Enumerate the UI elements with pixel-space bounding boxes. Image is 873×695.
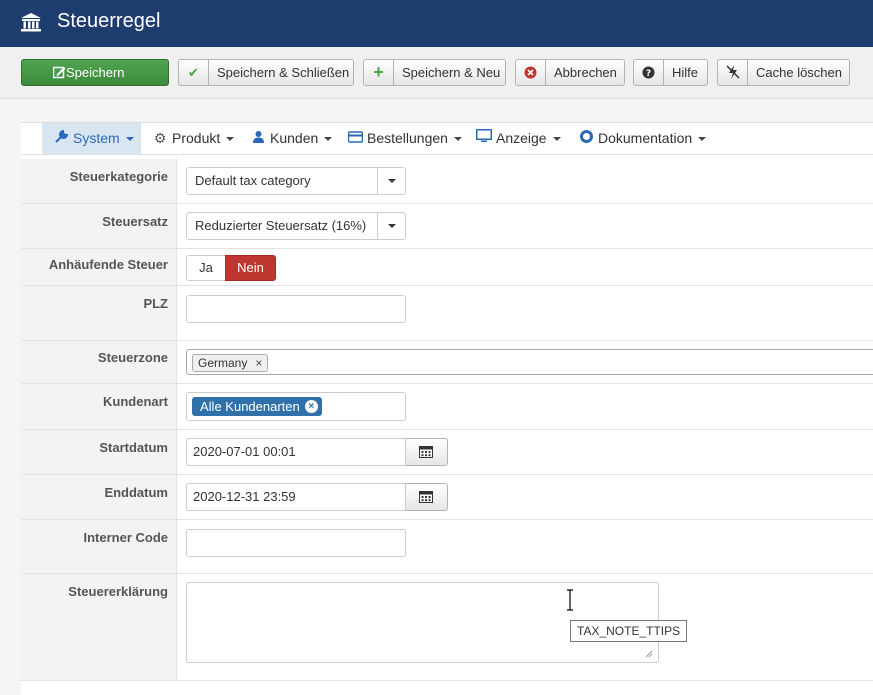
tax-zone-chip: Germany ×	[192, 354, 269, 372]
cumulative-no-option[interactable]: Nein	[225, 255, 276, 281]
toolbar: Speichern ✔ Speichern & Schließen + Spei…	[0, 47, 873, 99]
form-row-customer-type: Kundenart Alle Kundenarten ×	[21, 384, 873, 430]
form-row-internal-code: Interner Code	[21, 520, 873, 574]
customer-type-chip: Alle Kundenarten ×	[192, 397, 322, 416]
nav-item-system[interactable]: System	[42, 123, 141, 154]
bank-icon	[21, 13, 41, 32]
save-button[interactable]: Speichern	[21, 59, 169, 86]
app-header: Steuerregel	[0, 0, 873, 47]
component-nav: System ⚙ Produkt Kunden Bestellungen Anze…	[21, 122, 873, 155]
form-row-zip: PLZ	[21, 286, 873, 341]
text-cursor-icon	[567, 589, 573, 611]
question-circle-icon: ?	[634, 60, 664, 85]
plus-icon: +	[364, 60, 394, 85]
resize-handle-icon[interactable]	[645, 650, 653, 658]
tax-rate-label: Steuersatz	[102, 214, 168, 229]
start-date-calendar-button[interactable]	[406, 438, 448, 466]
caret-down-icon	[125, 137, 134, 142]
tax-category-select[interactable]: Default tax category	[186, 167, 406, 195]
tax-rate-select[interactable]: Reduzierter Steuersatz (16%)	[186, 212, 406, 240]
calendar-icon	[419, 491, 433, 503]
page-title: Steuerregel	[57, 10, 161, 32]
caret-down-icon	[324, 137, 333, 142]
caret-down-icon	[226, 137, 235, 142]
end-date-label: Enddatum	[104, 485, 168, 500]
form-row-tax-zone: Steuerzone Germany ×	[21, 341, 873, 384]
caret-down-icon	[453, 137, 462, 142]
end-date-calendar-button[interactable]	[406, 483, 448, 511]
internal-code-input[interactable]	[186, 529, 406, 557]
clear-cache-button[interactable]: Cache löschen	[717, 59, 850, 86]
form-row-tax-note: Steuererklärung TAX_NOTE_TTIPS	[21, 574, 873, 681]
nav-item-anzeige[interactable]: Anzeige	[476, 123, 561, 154]
customer-type-multiselect[interactable]: Alle Kundenarten ×	[186, 392, 406, 421]
tax-zone-label: Steuerzone	[97, 350, 168, 365]
zip-input[interactable]	[186, 295, 406, 323]
end-date-input[interactable]: 2020-12-31 23:59	[186, 483, 406, 511]
nav-item-kunden[interactable]: Kunden	[250, 123, 333, 154]
form-row-start-date: Startdatum 2020-07-01 00:01	[21, 430, 873, 475]
tax-note-label: Steuererklärung	[68, 584, 168, 599]
close-circle-icon	[516, 60, 546, 85]
form-row-end-date: Enddatum 2020-12-31 23:59	[21, 475, 873, 520]
nav-item-bestellungen[interactable]: Bestellungen	[347, 123, 462, 154]
zip-label: PLZ	[143, 296, 168, 311]
tax-category-label: Steuerkategorie	[69, 169, 168, 184]
lifebuoy-icon	[578, 123, 594, 154]
cumulative-tax-toggle: Ja Nein	[186, 255, 277, 281]
cancel-button[interactable]: Abbrechen	[515, 59, 625, 86]
customer-type-label: Kundenart	[103, 394, 168, 409]
dropdown-arrow-icon	[377, 168, 405, 194]
start-date-input[interactable]: 2020-07-01 00:01	[186, 438, 406, 466]
nav-item-dokumentation[interactable]: Dokumentation	[578, 123, 707, 154]
remove-chip-icon[interactable]: ×	[304, 400, 318, 413]
help-button[interactable]: ? Hilfe	[633, 59, 708, 86]
user-icon	[250, 123, 266, 154]
remove-chip-icon[interactable]: ×	[255, 355, 262, 371]
form-row-tax-rate: Steuersatz Reduzierter Steuersatz (16%)	[21, 204, 873, 249]
calendar-icon	[419, 446, 433, 458]
cumulative-yes-option[interactable]: Ja	[186, 255, 226, 281]
dropdown-arrow-icon	[377, 213, 405, 239]
credit-card-icon	[347, 123, 363, 154]
wrench-icon	[53, 123, 69, 154]
internal-code-label: Interner Code	[83, 530, 168, 545]
svg-text:?: ?	[646, 69, 651, 79]
tooltip: TAX_NOTE_TTIPS	[570, 620, 688, 642]
edit-icon	[52, 60, 66, 85]
cogs-icon: ⚙	[153, 130, 167, 146]
nav-item-produkt[interactable]: ⚙ Produkt	[152, 123, 235, 154]
cumulative-tax-label: Anhäufende Steuer	[48, 257, 168, 272]
form-row-cumulative-tax: Anhäufende Steuer Ja Nein	[21, 249, 873, 286]
main-content: System ⚙ Produkt Kunden Bestellungen Anze…	[21, 122, 873, 695]
tax-zone-multiselect[interactable]: Germany ×	[186, 349, 873, 375]
caret-down-icon	[698, 137, 707, 142]
start-date-label: Startdatum	[99, 440, 168, 455]
form-row-tax-category: Steuerkategorie Default tax category	[21, 159, 873, 204]
caret-down-icon	[552, 137, 561, 142]
save-new-button[interactable]: + Speichern & Neu	[363, 59, 506, 86]
save-close-button[interactable]: ✔ Speichern & Schließen	[178, 59, 354, 86]
monitor-icon	[476, 123, 492, 154]
check-icon: ✔	[179, 60, 209, 85]
flash-icon	[718, 60, 748, 85]
